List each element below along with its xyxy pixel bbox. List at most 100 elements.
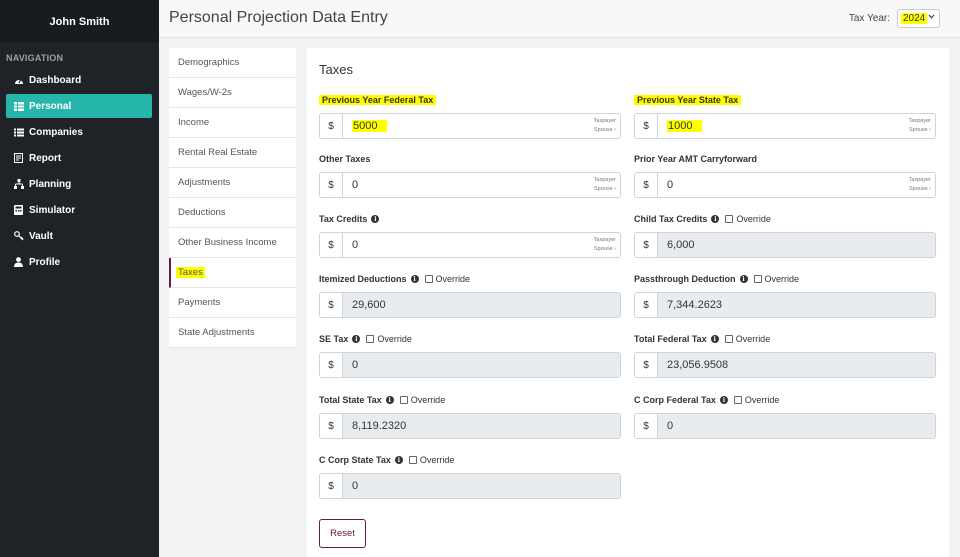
table-icon — [13, 101, 24, 112]
subnav-other-business-income[interactable]: Other Business Income — [169, 228, 296, 258]
total-state-tax-field: Total State Tax i Override $ 8,119.2320 — [319, 393, 621, 439]
dashboard-icon — [13, 75, 24, 86]
override-label: Override — [419, 455, 455, 465]
input-value: 0 — [352, 359, 359, 371]
other-taxes-field: Other Taxes $ 0 Taxpayer Spouse › — [319, 152, 621, 198]
currency-addon: $ — [635, 233, 658, 257]
list-icon — [13, 127, 24, 138]
subnav-wages[interactable]: Wages/W-2s — [169, 78, 296, 108]
nav-item-label: Planning — [29, 178, 72, 190]
subnav-taxes[interactable]: Taxes — [169, 258, 296, 288]
reset-button[interactable]: Reset — [319, 519, 366, 548]
override-label: Override — [435, 274, 471, 284]
tax-credits-input[interactable]: 0 Taxpayer Spouse › — [343, 233, 620, 257]
checkbox[interactable] — [408, 456, 417, 464]
nav-item-personal[interactable]: Personal — [6, 94, 152, 118]
subnav-rental-real-estate[interactable]: Rental Real Estate — [169, 138, 296, 168]
info-icon[interactable]: i — [739, 275, 748, 283]
taxpayer-label: Taxpayer — [593, 237, 616, 243]
field-label: C Corp State Tax — [319, 455, 391, 465]
total-federal-tax-field: Total Federal Tax i Override $ 23,056.9508 — [634, 332, 936, 378]
taxpayer-spouse-toggle[interactable]: Taxpayer Spouse › — [909, 176, 931, 194]
override-checkbox[interactable]: Override — [366, 334, 412, 344]
override-checkbox[interactable]: Override — [408, 455, 455, 465]
field-label: Prior Year AMT Carryforward — [634, 154, 758, 164]
info-icon[interactable]: i — [710, 335, 719, 343]
checkbox[interactable] — [733, 396, 742, 404]
subnav-deductions[interactable]: Deductions — [169, 198, 296, 228]
prev-federal-tax-field: Previous Year Federal Tax $ 5000 Taxpaye… — [319, 93, 621, 139]
info-icon[interactable]: i — [394, 456, 403, 464]
c-corp-state-tax-field: C Corp State Tax i Override $ 0 — [319, 453, 621, 499]
taxpayer-spouse-toggle[interactable]: Taxpayer Spouse › — [909, 117, 931, 135]
taxpayer-spouse-toggle[interactable]: Taxpayer Spouse › — [594, 236, 616, 254]
prev-federal-tax-input[interactable]: 5000 Taxpayer Spouse › — [343, 114, 620, 138]
field-label: Previous Year State Tax — [634, 95, 742, 105]
chevron-down-icon — [928, 13, 935, 22]
info-icon[interactable]: i — [385, 396, 394, 404]
field-label: SE Tax — [319, 334, 349, 344]
info-icon[interactable]: i — [352, 335, 361, 343]
field-label: Previous Year Federal Tax — [319, 95, 437, 105]
checkbox[interactable] — [366, 335, 375, 343]
nav-item-label: Personal — [29, 100, 72, 112]
input-value: 0 — [667, 420, 674, 432]
currency-addon: $ — [635, 173, 658, 197]
subnav-adjustments[interactable]: Adjustments — [169, 168, 296, 198]
taxpayer-spouse-toggle[interactable]: Taxpayer Spouse › — [594, 176, 616, 194]
prev-state-tax-field: Previous Year State Tax $ 1000 Taxpayer S… — [634, 93, 936, 139]
info-icon[interactable]: i — [371, 215, 380, 223]
nav-item-report[interactable]: Report — [6, 146, 152, 170]
nav-item-vault[interactable]: Vault — [6, 224, 152, 248]
tax-year-select[interactable]: 2024 — [897, 9, 940, 28]
field-label: Tax Credits — [319, 214, 368, 224]
override-label: Override — [735, 334, 771, 344]
prev-state-tax-input[interactable]: 1000 Taxpayer Spouse › — [658, 114, 935, 138]
nav-item-profile[interactable]: Profile — [6, 250, 152, 274]
nav-item-label: Vault — [29, 230, 53, 242]
currency-addon: $ — [635, 414, 658, 438]
subnav-income[interactable]: Income — [169, 108, 296, 138]
override-checkbox[interactable]: Override — [733, 395, 779, 405]
itemized-deductions-input: 29,600 — [343, 293, 620, 317]
nav-item-companies[interactable]: Companies — [6, 120, 152, 144]
card-title: Taxes — [319, 62, 353, 77]
subnav-payments[interactable]: Payments — [169, 288, 296, 318]
se-tax-field: SE Tax i Override $ 0 — [319, 332, 621, 378]
nav-item-simulator[interactable]: Simulator — [6, 198, 152, 222]
prior-amt-input[interactable]: 0 Taxpayer Spouse › — [658, 173, 935, 197]
override-label: Override — [410, 395, 446, 405]
sitemap-icon — [13, 179, 24, 190]
passthrough-deduction-field: Passthrough Deduction i Override $ 7,344.2… — [634, 272, 936, 318]
checkbox[interactable] — [753, 275, 762, 283]
subnav-state-adjustments[interactable]: State Adjustments — [169, 318, 296, 348]
taxpayer-spouse-toggle[interactable]: Taxpayer Spouse › — [594, 117, 616, 135]
other-taxes-input[interactable]: 0 Taxpayer Spouse › — [343, 173, 620, 197]
input-value: 0 — [352, 179, 359, 191]
info-icon[interactable]: i — [719, 396, 728, 404]
checkbox[interactable] — [725, 215, 734, 223]
file-icon — [13, 153, 24, 164]
input-value: 7,344.2623 — [667, 299, 723, 311]
nav-item-dashboard[interactable]: Dashboard — [6, 68, 152, 92]
input-value: 8,119.2320 — [352, 420, 407, 432]
currency-addon: $ — [320, 293, 343, 317]
checkbox[interactable] — [399, 396, 408, 404]
field-label: Passthrough Deduction — [634, 274, 736, 284]
info-icon[interactable]: i — [711, 215, 720, 223]
section-subnav: Demographics Wages/W-2s Income Rental Re… — [169, 48, 296, 348]
input-value: 29,600 — [352, 299, 386, 311]
key-icon — [13, 231, 24, 242]
override-checkbox[interactable]: Override — [724, 334, 771, 344]
info-icon[interactable]: i — [410, 275, 419, 283]
override-checkbox[interactable]: Override — [424, 274, 471, 284]
nav-item-planning[interactable]: Planning — [6, 172, 152, 196]
checkbox[interactable] — [724, 335, 733, 343]
calculator-icon — [13, 205, 24, 216]
subnav-demographics[interactable]: Demographics — [169, 48, 296, 78]
override-checkbox[interactable]: Override — [753, 274, 799, 284]
field-label: Child Tax Credits — [634, 214, 708, 224]
override-checkbox[interactable]: Override — [399, 395, 446, 405]
override-checkbox[interactable]: Override — [725, 214, 771, 224]
checkbox[interactable] — [424, 275, 433, 283]
